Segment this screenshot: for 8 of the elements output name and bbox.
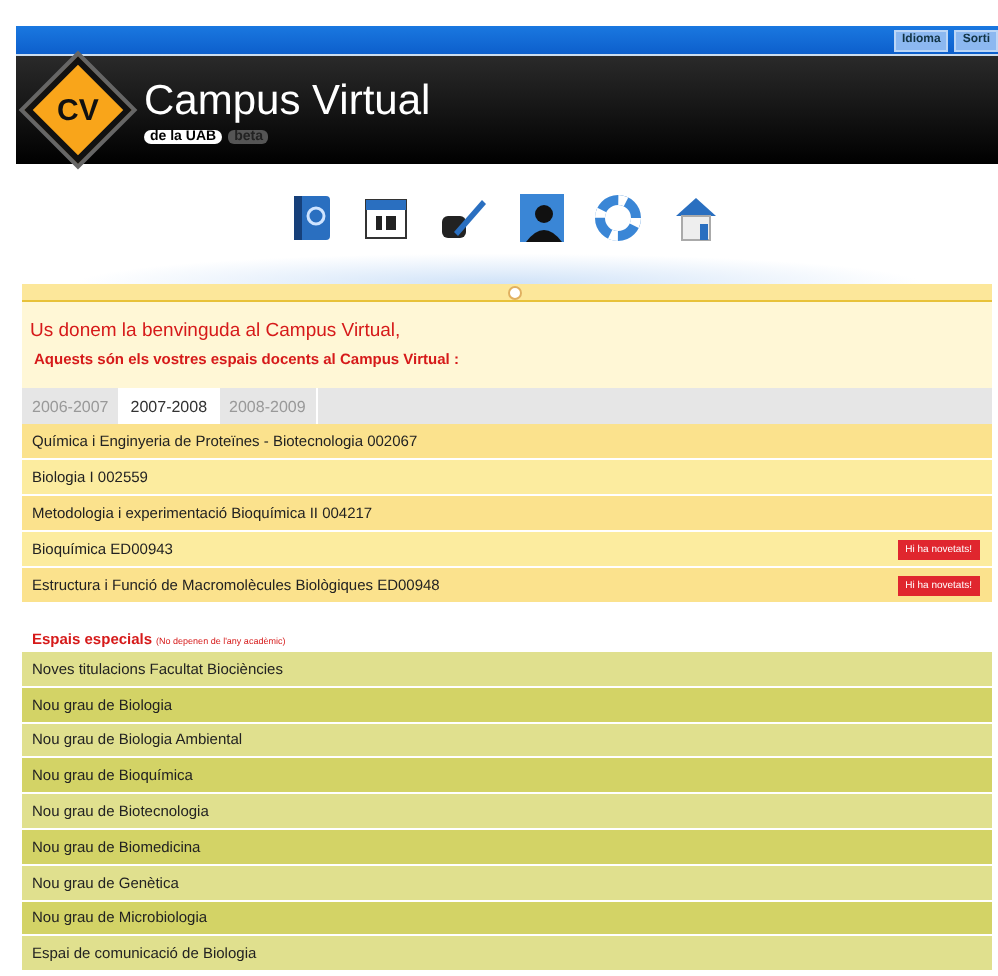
welcome-message: Us donem la benvinguda al Campus Virtual,: [30, 320, 403, 342]
site-title: Campus Virtual: [144, 77, 431, 125]
lifebuoy-icon[interactable]: [593, 194, 641, 242]
person-icon[interactable]: [517, 192, 565, 244]
address-book-icon[interactable]: [289, 192, 333, 244]
year-tab[interactable]: 2007-2008: [120, 388, 220, 424]
calendar-icon[interactable]: [361, 194, 409, 242]
logo-badge: CV: [24, 56, 132, 164]
